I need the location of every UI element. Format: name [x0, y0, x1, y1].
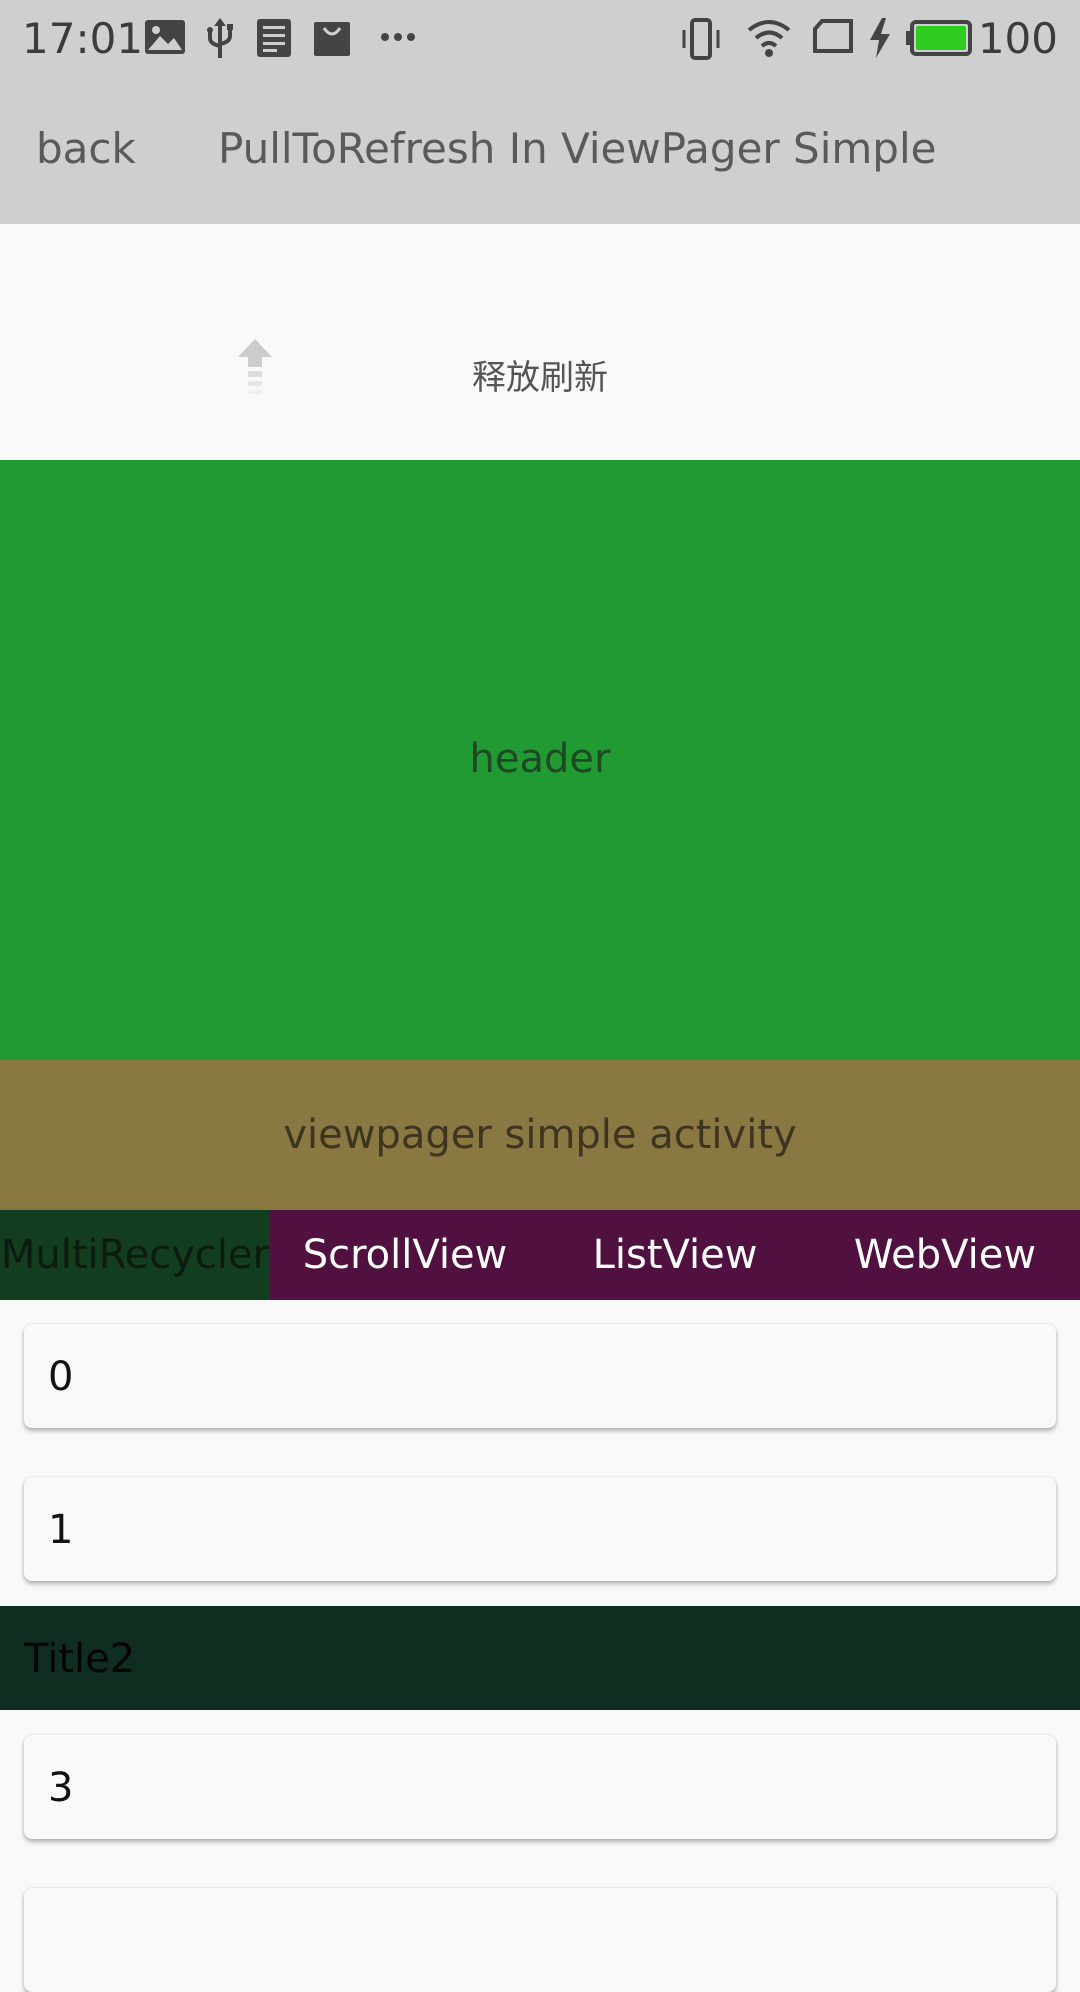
tab-listview[interactable]: ListView: [540, 1210, 810, 1300]
list-item-label: 3: [48, 1765, 74, 1811]
list-item-label: 0: [48, 1354, 74, 1400]
refresh-indicator: 释放刷新: [0, 224, 1080, 460]
header-block: header: [0, 460, 1080, 1060]
status-time: 17:01: [22, 14, 144, 63]
charging-icon: [870, 18, 890, 58]
tab-webview[interactable]: WebView: [810, 1210, 1080, 1300]
back-button[interactable]: back: [36, 124, 136, 173]
tab-bar: MultiRecycler ScrollView ListView WebVie…: [0, 1210, 1080, 1300]
section-header-label: Title2: [24, 1636, 136, 1682]
vibrate-icon: [682, 18, 720, 60]
more-dots-icon: [381, 33, 415, 41]
sim-icon: [813, 19, 853, 53]
list-item-label: 1: [48, 1507, 74, 1553]
tab-multirecycler[interactable]: MultiRecycler: [0, 1210, 270, 1300]
tab-scrollview[interactable]: ScrollView: [270, 1210, 540, 1300]
image-icon: [145, 20, 185, 54]
battery-level: 100: [977, 14, 1058, 63]
header-label: header: [469, 736, 611, 782]
activity-banner: viewpager simple activity: [0, 1060, 1080, 1210]
page-title: PullToRefresh In ViewPager Simple: [218, 124, 937, 173]
usb-icon: [207, 18, 233, 58]
news-icon: [257, 19, 291, 57]
app-bar: back PullToRefresh In ViewPager Simple: [0, 76, 1080, 224]
list-item[interactable]: 3: [24, 1735, 1056, 1839]
refresh-label: 释放刷新: [472, 358, 608, 398]
shopping-bag-icon: [314, 22, 350, 56]
status-bar: 17:01 100: [0, 0, 1080, 76]
battery-icon: [906, 20, 972, 56]
list-item[interactable]: 0: [24, 1324, 1056, 1428]
wifi-icon: [747, 20, 791, 57]
section-header: Title2: [0, 1606, 1080, 1710]
list-item[interactable]: 1: [24, 1477, 1056, 1581]
list-item[interactable]: [24, 1888, 1056, 1992]
activity-label: viewpager simple activity: [283, 1112, 797, 1158]
